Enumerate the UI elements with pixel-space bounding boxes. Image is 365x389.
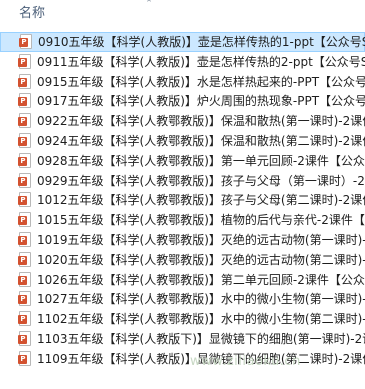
powerpoint-file-icon: [18, 330, 31, 346]
file-name: 0917五年级【科学(人教版)】炉火周围的热现象-PPT【公众号: [37, 94, 365, 109]
file-row[interactable]: 1027五年级【科学(人教鄂教版)】水中的微小生物(第一课时)-2课: [0, 289, 365, 309]
file-row[interactable]: 1109五年级【科学(人教版)】显微镜下的细胞(第二课时)-2课件: [0, 349, 365, 369]
powerpoint-file-icon: [18, 132, 31, 148]
powerpoint-file-icon: [18, 152, 31, 168]
file-name: 1026五年级【科学(人教鄂教版)】第二单元回顾-2课件【公众号: [37, 272, 365, 287]
powerpoint-file-icon: [18, 271, 31, 287]
powerpoint-file-icon: [18, 212, 31, 228]
file-name: 0915五年级【科学(人教版)】水是怎样热起来的-PPT【公众号: [37, 74, 365, 89]
file-row[interactable]: 1020五年级【科学(人教鄂教版)】灭绝的远古动物(第二课时)-2课: [0, 250, 365, 270]
file-row[interactable]: 0929五年级【科学(人教鄂教版)】孩子与父母（第一课时）-2课件: [0, 171, 365, 191]
file-row[interactable]: 1102五年级【科学(人教鄂教版)】水中的微小生物(第二课时)-2课: [0, 309, 365, 329]
file-row[interactable]: 0915五年级【科学(人教版)】水是怎样热起来的-PPT【公众号: [0, 72, 365, 92]
column-header: ⌃ 名称: [0, 0, 365, 28]
file-name: 0928五年级【科学(人教鄂教版)】第一单元回顾-2课件【公众号: [37, 153, 365, 168]
file-row[interactable]: 0928五年级【科学(人教鄂教版)】第一单元回顾-2课件【公众号: [0, 151, 365, 171]
file-name: 0911五年级【科学(人教版)】壶是怎样传热的2-ppt【公众号S: [37, 54, 365, 69]
file-row[interactable]: 0910五年级【科学(人教版)】壶是怎样传热的1-ppt【公众号S: [0, 32, 365, 52]
file-row[interactable]: 1019五年级【科学(人教鄂教版)】灭绝的远古动物(第一课时)-2课: [0, 230, 365, 250]
file-name: 0929五年级【科学(人教鄂教版)】孩子与父母（第一课时）-2课件: [37, 173, 365, 188]
file-row[interactable]: 0922五年级【科学(人教鄂教版)】保温和散热(第一课时)-2课件: [0, 111, 365, 131]
file-name: 0924五年级【科学(人教鄂教版)】保温和散热(第二课时)-2课件: [37, 133, 365, 148]
powerpoint-file-icon: [19, 34, 32, 49]
file-row[interactable]: 1026五年级【科学(人教鄂教版)】第二单元回顾-2课件【公众号: [0, 270, 365, 290]
name-column-header[interactable]: 名称: [19, 6, 45, 22]
file-row[interactable]: 0911五年级【科学(人教版)】壶是怎样传热的2-ppt【公众号S: [0, 52, 365, 72]
powerpoint-file-icon: [18, 251, 31, 267]
powerpoint-file-icon: [18, 73, 31, 89]
powerpoint-file-icon: [18, 291, 31, 307]
file-name: 1102五年级【科学(人教鄂教版)】水中的微小生物(第二课时)-2课: [37, 312, 365, 327]
file-name: 1027五年级【科学(人教鄂教版)】水中的微小生物(第一课时)-2课: [37, 292, 365, 307]
file-name: 0910五年级【科学(人教版)】壶是怎样传热的1-ppt【公众号S: [38, 35, 365, 49]
file-name: 1109五年级【科学(人教版)】显微镜下的细胞(第二课时)-2课件: [37, 351, 365, 366]
file-row[interactable]: 0917五年级【科学(人教版)】炉火周围的热现象-PPT【公众号: [0, 91, 365, 111]
file-row[interactable]: 1012五年级【科学(人教鄂教版)】孩子与父母(第二课时)-2课件: [0, 190, 365, 210]
sort-up-icon: ⌃: [145, 0, 153, 9]
powerpoint-file-icon: [18, 53, 31, 69]
powerpoint-file-icon: [18, 231, 31, 247]
file-list: 0910五年级【科学(人教版)】壶是怎样传热的1-ppt【公众号S 0911五年级…: [0, 32, 365, 389]
powerpoint-file-icon: [18, 172, 31, 188]
powerpoint-file-icon: [18, 113, 31, 129]
powerpoint-file-icon: [18, 192, 31, 208]
powerpoint-file-icon: [18, 93, 31, 109]
file-name: 1012五年级【科学(人教鄂教版)】孩子与父母(第二课时)-2课件: [37, 193, 365, 208]
file-name: 1020五年级【科学(人教鄂教版)】灭绝的远古动物(第二课时)-2课: [37, 252, 365, 267]
powerpoint-file-icon: [18, 350, 31, 366]
file-row[interactable]: 1015五年级【科学(人教鄂教版)】植物的后代与亲代-2课件【公: [0, 210, 365, 230]
powerpoint-file-icon: [18, 311, 31, 327]
file-name: 1103五年级【科学(人教版下)】显微镜下的细胞(第一课时)-2课件: [37, 331, 365, 346]
file-row[interactable]: 1103五年级【科学(人教版下)】显微镜下的细胞(第一课时)-2课件: [0, 329, 365, 349]
file-name: 1019五年级【科学(人教鄂教版)】灭绝的远古动物(第一课时)-2课: [37, 232, 365, 247]
file-name: 0922五年级【科学(人教鄂教版)】保温和散热(第一课时)-2课件: [37, 114, 365, 129]
file-name: 1015五年级【科学(人教鄂教版)】植物的后代与亲代-2课件【公: [37, 213, 365, 228]
file-row[interactable]: 0924五年级【科学(人教鄂教版)】保温和散热(第二课时)-2课件: [0, 131, 365, 151]
